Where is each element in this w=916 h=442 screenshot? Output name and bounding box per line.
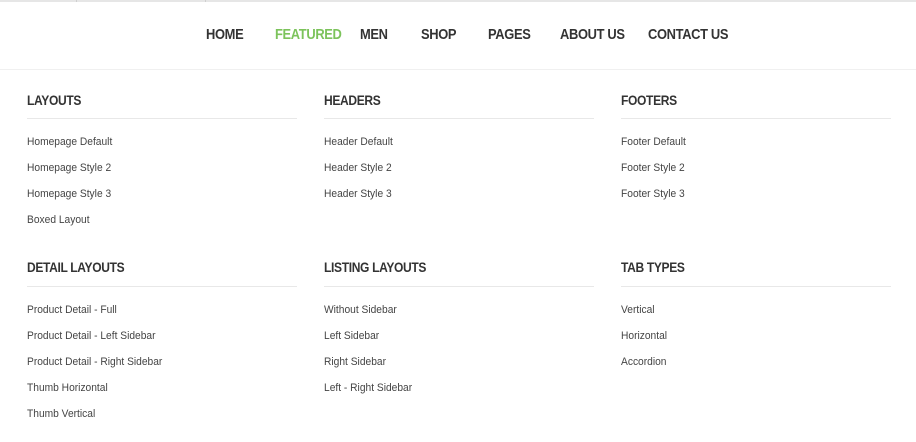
column-title: LAYOUTS: [27, 92, 82, 108]
main-nav: HOME FEATURED MEN SHOP PAGES ABOUT US CO…: [0, 2, 916, 70]
menu-link-accordion[interactable]: Accordion: [621, 353, 667, 379]
column-links: Footer Default Footer Style 2 Footer Sty…: [621, 133, 691, 211]
main-navbar: HOME FEATURED MEN SHOP PAGES ABOUT US CO…: [0, 2, 916, 70]
column-title: FOOTERS: [621, 92, 677, 108]
menu-link-homepage-style-3[interactable]: Homepage Style 3: [27, 185, 112, 211]
column-title: HEADERS: [324, 92, 381, 108]
menu-link-homepage-style-2[interactable]: Homepage Style 2: [27, 159, 112, 185]
menu-link-thumb-vertical[interactable]: Thumb Vertical: [27, 405, 162, 431]
menu-column-tab-types: TAB TYPES Vertical Horizontal Accordion: [621, 258, 891, 368]
menu-link-header-style-3[interactable]: Header Style 3: [324, 185, 393, 211]
column-divider: [621, 118, 891, 119]
column-title: LISTING LAYOUTS: [324, 259, 427, 275]
nav-item-about-us[interactable]: ABOUT US: [560, 26, 625, 48]
menu-column-footers: FOOTERS Footer Default Footer Style 2 Fo…: [621, 91, 891, 200]
menu-link-boxed-layout[interactable]: Boxed Layout: [27, 211, 112, 237]
column-divider: [27, 286, 297, 287]
menu-link-without-sidebar[interactable]: Without Sidebar: [324, 301, 412, 327]
nav-item-pages[interactable]: PAGES: [488, 26, 531, 48]
menu-link-vertical[interactable]: Vertical: [621, 301, 667, 327]
menu-column-layouts: LAYOUTS Homepage Default Homepage Style …: [27, 91, 297, 226]
menu-link-thumb-horizontal[interactable]: Thumb Horizontal: [27, 379, 162, 405]
nav-item-home[interactable]: HOME: [206, 26, 244, 48]
menu-link-left-sidebar[interactable]: Left Sidebar: [324, 327, 412, 353]
menu-column-headers: HEADERS Header Default Header Style 2 He…: [324, 91, 594, 200]
menu-link-right-sidebar[interactable]: Right Sidebar: [324, 353, 412, 379]
menu-link-footer-default[interactable]: Footer Default: [621, 133, 686, 159]
column-links: Vertical Horizontal Accordion: [621, 301, 671, 379]
menu-link-horizontal[interactable]: Horizontal: [621, 327, 667, 353]
column-links: Header Default Header Style 2 Header Sty…: [324, 133, 398, 211]
column-divider: [324, 286, 594, 287]
menu-link-footer-style-2[interactable]: Footer Style 2: [621, 159, 686, 185]
menu-link-left-right-sidebar[interactable]: Left - Right Sidebar: [324, 379, 412, 405]
menu-link-header-default[interactable]: Header Default: [324, 133, 393, 159]
column-divider: [324, 118, 594, 119]
column-divider: [27, 118, 297, 119]
column-links: Without Sidebar Left Sidebar Right Sideb…: [324, 301, 419, 405]
menu-column-listing-layouts: LISTING LAYOUTS Without Sidebar Left Sid…: [324, 258, 594, 394]
nav-item-shop[interactable]: SHOP: [421, 26, 457, 48]
nav-item-contact-us[interactable]: CONTACT US: [648, 26, 729, 48]
column-divider: [621, 286, 891, 287]
menu-link-product-detail-right-sidebar[interactable]: Product Detail - Right Sidebar: [27, 353, 162, 379]
featured-mega-menu: LAYOUTS Homepage Default Homepage Style …: [0, 71, 916, 442]
column-links: Product Detail - Full Product Detail - L…: [27, 301, 173, 431]
nav-item-men[interactable]: MEN: [360, 26, 388, 48]
menu-link-header-style-2[interactable]: Header Style 2: [324, 159, 393, 185]
column-links: Homepage Default Homepage Style 2 Homepa…: [27, 133, 119, 237]
menu-link-homepage-default[interactable]: Homepage Default: [27, 133, 112, 159]
menu-column-detail-layouts: DETAIL LAYOUTS Product Detail - Full Pro…: [27, 258, 297, 420]
nav-item-featured[interactable]: FEATURED: [275, 26, 342, 48]
menu-link-product-detail-left-sidebar[interactable]: Product Detail - Left Sidebar: [27, 327, 162, 353]
menu-link-footer-style-3[interactable]: Footer Style 3: [621, 185, 686, 211]
column-title: DETAIL LAYOUTS: [27, 259, 125, 275]
menu-link-product-detail-full[interactable]: Product Detail - Full: [27, 301, 162, 327]
column-title: TAB TYPES: [621, 259, 685, 275]
